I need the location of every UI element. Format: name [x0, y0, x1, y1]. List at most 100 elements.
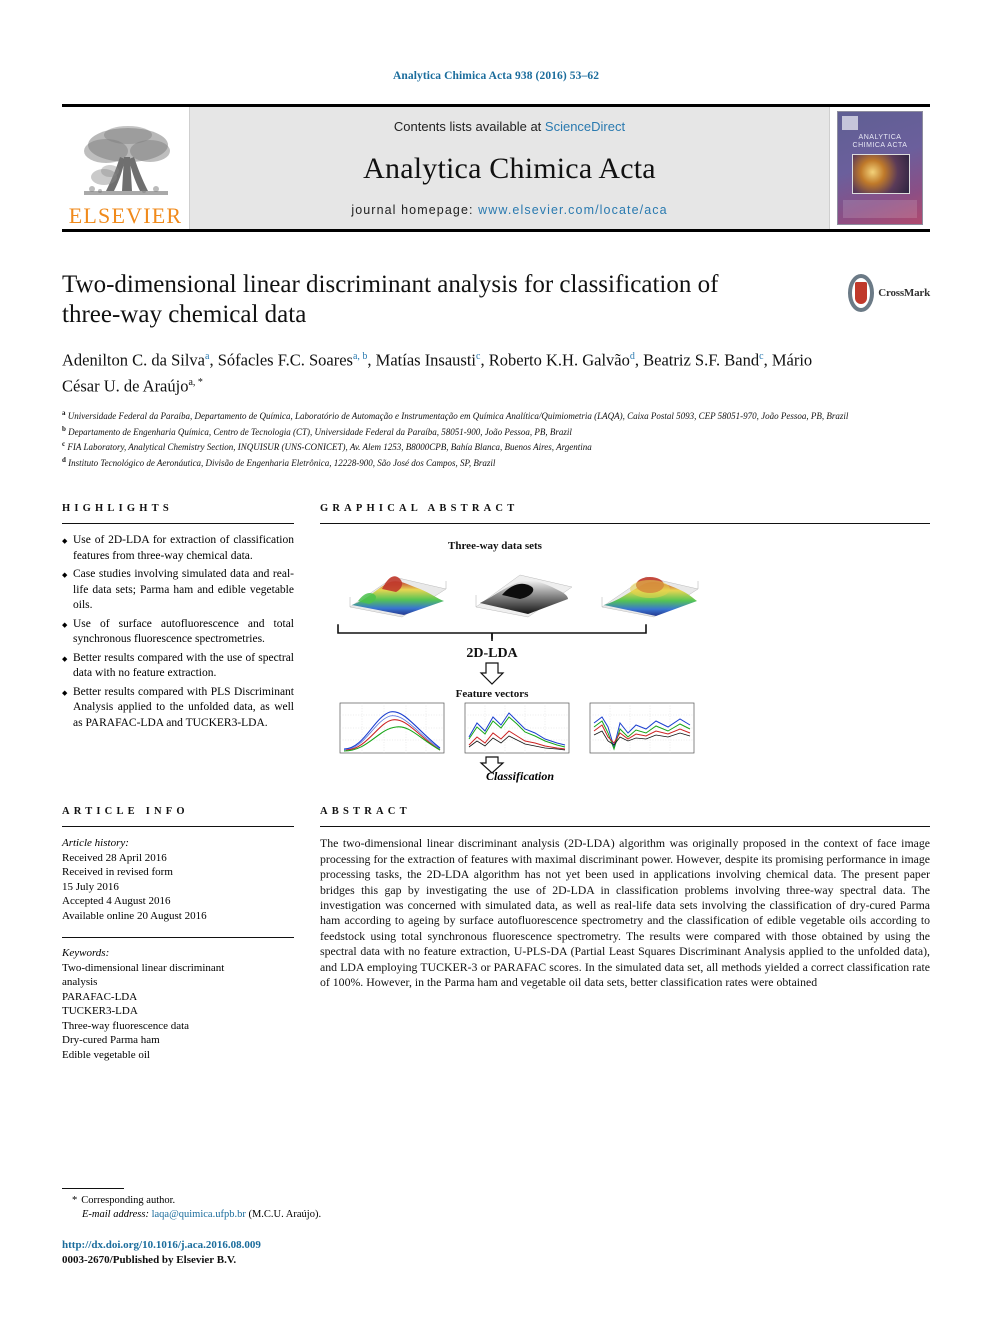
- author-name: Matías Insausti: [375, 350, 477, 370]
- cover-logo-block: [842, 116, 858, 130]
- keywords-group: Keywords: Two-dimensional linear discrim…: [62, 946, 294, 1062]
- crossmark-badge-group[interactable]: CrossMark: [848, 272, 930, 314]
- page-footer: * Corresponding author. E-mail address: l…: [62, 1188, 562, 1268]
- svg-text:Feature vectors: Feature vectors: [456, 688, 530, 700]
- list-item: Case studies involving simulated data an…: [62, 567, 294, 614]
- graphical-abstract-figure: Three-way data sets 2D-LDA Feature vecto…: [320, 533, 930, 775]
- doi-block: http://dx.doi.org/10.1016/j.aca.2016.08.…: [62, 1238, 562, 1268]
- history-item: Received in revised form: [62, 866, 173, 879]
- keyword-item: Three-way fluorescence data: [62, 1019, 190, 1032]
- journal-cover-thumbnail: ANALYTICA CHIMICA ACTA: [829, 107, 930, 229]
- cover-image: ANALYTICA CHIMICA ACTA: [837, 111, 923, 225]
- page-title: Two-dimensional linear discriminant anal…: [62, 271, 719, 328]
- journal-homepage-line: journal homepage: www.elsevier.com/locat…: [351, 203, 667, 217]
- highlights-rule: [62, 523, 294, 525]
- author-affil-mark-corresponding: a, *: [188, 376, 203, 388]
- author-name: Sófacles F.C. Soares: [217, 350, 353, 370]
- author-name: Adenilton C. da Silva: [62, 350, 205, 370]
- list-item: Use of 2D-LDA for extraction of classifi…: [62, 533, 294, 564]
- footnote-rule: [62, 1188, 124, 1189]
- corresponding-star: *: [72, 1195, 78, 1206]
- keyword-item: Two-dimensional linear discriminant: [62, 961, 225, 974]
- history-item: 15 July 2016: [62, 880, 119, 893]
- affiliation-mark: b: [62, 424, 66, 433]
- contents-list-line: Contents lists available at ScienceDirec…: [394, 119, 625, 134]
- email-label: E-mail address:: [82, 1209, 149, 1220]
- keywords-rule: [62, 937, 294, 939]
- cover-title-line2: CHIMICA ACTA: [852, 142, 908, 149]
- svg-text:2D-LDA: 2D-LDA: [466, 646, 518, 661]
- svg-text:Three-way data sets: Three-way data sets: [448, 540, 543, 552]
- affiliation-text: Instituto Tecnológico de Aeronáutica, Di…: [68, 457, 496, 468]
- article-info-heading: ARTICLE INFO: [62, 806, 189, 818]
- author-affil-mark: c: [759, 351, 764, 362]
- affiliation-item: a Universidade Federal da Paraíba, Depar…: [62, 407, 930, 423]
- keyword-item: PARAFAC-LDA: [62, 990, 138, 1003]
- affiliation-item: d Instituto Tecnológico de Aeronáutica, …: [62, 454, 930, 470]
- keyword-item: analysis: [62, 976, 98, 989]
- affiliation-item: c FIA Laboratory, Analytical Chemistry S…: [62, 438, 930, 454]
- abstract-text: The two-dimensional linear discriminant …: [320, 836, 930, 990]
- masthead-center: Contents lists available at ScienceDirec…: [190, 107, 829, 229]
- cover-title: ANALYTICA CHIMICA ACTA: [838, 134, 922, 150]
- author-list: Adenilton C. da Silvaa, Sófacles F.C. So…: [62, 350, 813, 396]
- affiliation-text: FIA Laboratory, Analytical Chemistry Sec…: [67, 442, 592, 453]
- author-affil-mark: d: [629, 351, 635, 362]
- abstract-heading: ABSTRACT: [320, 806, 411, 818]
- list-item: Better results compared with PLS Discrim…: [62, 685, 294, 732]
- contents-prefix: Contents lists available at: [393, 119, 545, 134]
- list-item: Better results compared with the use of …: [62, 651, 294, 682]
- affiliation-mark: c: [62, 440, 66, 449]
- journal-title: Analytica Chimica Acta: [363, 151, 656, 185]
- affiliation-text: Departamento de Engenharia Química, Cent…: [68, 426, 572, 437]
- highlights-heading: HIGHLIGHTS: [62, 503, 173, 515]
- email-link[interactable]: laqa@quimica.ufpb.br: [152, 1209, 246, 1220]
- keywords-label: Keywords:: [62, 947, 110, 960]
- corresponding-author-note: * Corresponding author. E-mail address: l…: [62, 1194, 562, 1222]
- author-name: Beatriz S.F. Band: [643, 350, 760, 370]
- sciencedirect-link[interactable]: ScienceDirect: [545, 119, 625, 134]
- affiliation-list: a Universidade Federal da Paraíba, Depar…: [62, 407, 930, 469]
- running-head: Analytica Chimica Acta 938 (2016) 53–62: [392, 70, 600, 82]
- email-suffix: (M.C.U. Araújo).: [248, 1209, 322, 1220]
- corresponding-label: Corresponding author.: [81, 1195, 176, 1206]
- author-affil-mark: a: [205, 351, 210, 362]
- elsevier-logo: ELSEVIER: [62, 107, 190, 229]
- title-block: Two-dimensional linear discriminant anal…: [62, 270, 930, 397]
- article-history-group: Article history: Received 28 April 2016 …: [62, 836, 294, 923]
- cover-artwork: [852, 154, 910, 194]
- corresponding-author-line: * Corresponding author.: [72, 1194, 562, 1208]
- history-item: Available online 20 August 2016: [62, 909, 207, 922]
- crossmark-book-shape: [855, 282, 868, 304]
- journal-homepage-link[interactable]: www.elsevier.com/locate/aca: [478, 203, 668, 217]
- article-first-page: Analytica Chimica Acta 938 (2016) 53–62: [0, 0, 992, 1323]
- author-affil-mark: c: [476, 351, 481, 362]
- affiliation-item: b Departamento de Engenharia Química, Ce…: [62, 423, 930, 439]
- doi-link[interactable]: http://dx.doi.org/10.1016/j.aca.2016.08.…: [62, 1238, 562, 1253]
- article-info-rule: [62, 826, 294, 828]
- article-info-column: ARTICLE INFO Article history: Received 2…: [62, 806, 294, 1062]
- affiliation-mark: a: [62, 409, 66, 417]
- author-affil-mark: a, b: [352, 351, 368, 362]
- highlights-column: HIGHLIGHTS Use of 2D-LDA for extraction …: [62, 503, 294, 784]
- crossmark-icon: [848, 274, 875, 312]
- keyword-item: Dry-cured Parma ham: [62, 1034, 160, 1047]
- elsevier-wordmark: ELSEVIER: [68, 203, 183, 228]
- elsevier-tree-icon: [76, 121, 176, 207]
- list-item: Use of surface autofluorescence and tota…: [62, 617, 294, 648]
- crossmark-label: CrossMark: [878, 287, 930, 299]
- history-item: Accepted 4 August 2016: [62, 895, 171, 908]
- lower-columns: ARTICLE INFO Article history: Received 2…: [62, 806, 930, 1062]
- graphical-abstract-column: GRAPHICAL ABSTRACT Three-way data sets 2…: [320, 503, 930, 784]
- highlights-list: Use of 2D-LDA for extraction of classifi…: [62, 533, 294, 731]
- article-history-label: Article history:: [62, 837, 129, 850]
- cover-title-line1: ANALYTICA: [858, 134, 902, 141]
- article-info-body: Article history: Received 28 April 2016 …: [62, 836, 294, 1062]
- upper-columns: HIGHLIGHTS Use of 2D-LDA for extraction …: [62, 503, 930, 784]
- homepage-prefix: journal homepage:: [351, 203, 479, 217]
- journal-masthead: ELSEVIER Contents lists available at Sci…: [62, 104, 930, 232]
- author-name: Roberto K.H. Galvão: [488, 350, 630, 370]
- affiliation-text: Universidade Federal da Paraíba, Departa…: [67, 411, 849, 421]
- history-item: Received 28 April 2016: [62, 851, 167, 864]
- keyword-item: Edible vegetable oil: [62, 1048, 150, 1061]
